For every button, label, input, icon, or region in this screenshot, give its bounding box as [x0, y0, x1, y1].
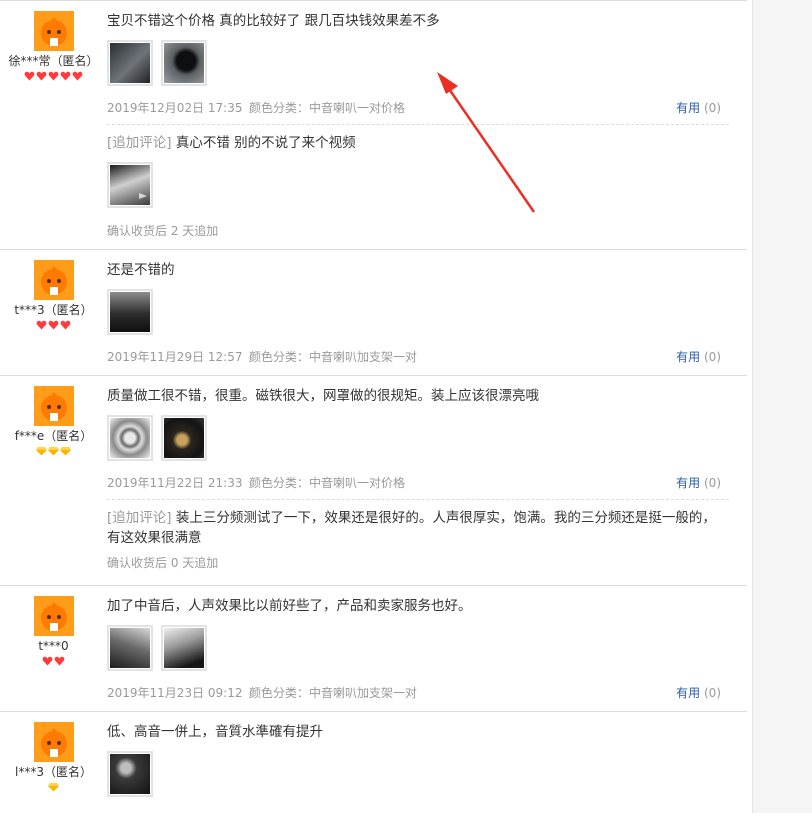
review-photo[interactable] — [107, 625, 153, 671]
review-item: f***e（匿名） 质量做工很不错，很重。磁铁很大，网罩做的很规矩。装上应该很漂… — [0, 375, 747, 585]
append-note: 确认收货后 2 天追加 — [107, 224, 219, 238]
review-date: 2019年11月22日 21:33 — [107, 476, 243, 490]
review-photo[interactable] — [161, 625, 207, 671]
useful-count: (0) — [704, 350, 721, 364]
review-meta: 2019年11月23日 09:12 颜色分类：中音喇叭加支架一对 有用 (0) — [107, 684, 729, 700]
append-comment: [追加评论] 装上三分频测试了一下，效果还是很好的。人声很厚实，饱满。我的三分频… — [107, 508, 729, 548]
username: t***0 — [38, 639, 69, 653]
review-text: 还是不错的 — [107, 262, 175, 278]
review-text: 质量做工很不错，很重。磁铁很大，网罩做的很规矩。装上应该很漂亮哦 — [107, 388, 539, 404]
review-meta: 2019年12月02日 17:35 颜色分类：中音喇叭一对价格 有用 (0) — [107, 99, 729, 115]
review-video[interactable] — [107, 162, 153, 208]
heart-badge-icon — [60, 320, 71, 330]
heart-badge-icon — [60, 71, 71, 81]
append-text: 装上三分频测试了一下，效果还是很好的。人声很厚实，饱满。我的三分频还是挺一般的，… — [107, 510, 716, 546]
review-content: 质量做工很不错，很重。磁铁很大，网罩做的很规矩。装上应该很漂亮哦 2019年11… — [107, 376, 729, 571]
diamond-badge-icon — [36, 447, 47, 456]
review-text: 宝贝不错这个价格 真的比较好了 跟几百块钱效果差不多 — [107, 13, 440, 29]
buyer-level — [0, 782, 107, 794]
review-content: 低、高音一併上，音質水準確有提升 — [107, 712, 729, 797]
heart-badge-icon — [48, 320, 59, 330]
avatar[interactable] — [33, 722, 74, 762]
review-date: 2019年11月23日 09:12 — [107, 686, 243, 700]
review-photo[interactable] — [107, 40, 153, 86]
heart-badge-icon — [54, 656, 65, 666]
useful-button[interactable]: 有用 (0) — [676, 99, 721, 116]
buyer-level — [0, 446, 107, 458]
diamond-badge-icon — [48, 447, 59, 456]
photo-list — [107, 751, 729, 797]
review-list: 徐***常（匿名） 宝贝不错这个价格 真的比较好了 跟几百块钱效果差不多 201… — [0, 0, 747, 822]
user-info: l***3（匿名） — [0, 712, 107, 794]
play-icon — [139, 193, 147, 199]
useful-button[interactable]: 有用 (0) — [676, 348, 721, 365]
sku-info: 颜色分类：中音喇叭加支架一对 — [249, 350, 418, 364]
review-meta: 2019年11月22日 21:33 颜色分类：中音喇叭一对价格 有用 (0) — [107, 474, 729, 490]
heart-badge-icon — [72, 71, 83, 81]
username: f***e（匿名） — [14, 429, 93, 443]
user-info: t***0 — [0, 586, 107, 668]
sku-info: 颜色分类：中音喇叭一对价格 — [249, 101, 406, 115]
username: t***3（匿名） — [14, 303, 93, 317]
photo-list — [107, 415, 729, 461]
review-content: 还是不错的 2019年11月29日 12:57 颜色分类：中音喇叭加支架一对 有… — [107, 250, 729, 364]
photo-list — [107, 40, 729, 86]
user-info: f***e（匿名） — [0, 376, 107, 458]
right-gutter — [752, 0, 812, 813]
useful-label: 有用 — [676, 476, 701, 490]
avatar[interactable] — [33, 386, 74, 426]
photo-list — [107, 625, 729, 671]
useful-button[interactable]: 有用 (0) — [676, 474, 721, 491]
review-text: 低、高音一併上，音質水準確有提升 — [107, 724, 323, 740]
username: 徐***常（匿名） — [8, 54, 99, 68]
append-photo-list — [107, 162, 729, 208]
review-item: 徐***常（匿名） 宝贝不错这个价格 真的比较好了 跟几百块钱效果差不多 201… — [0, 0, 747, 249]
diamond-badge-icon — [48, 783, 59, 792]
append-text: 真心不错 别的不说了来个视频 — [171, 135, 356, 151]
review-photo[interactable] — [107, 415, 153, 461]
useful-label: 有用 — [676, 101, 701, 115]
append-comment: [追加评论] 真心不错 别的不说了来个视频 — [107, 133, 729, 153]
useful-count: (0) — [704, 476, 721, 490]
sku-info: 颜色分类：中音喇叭加支架一对 — [249, 686, 418, 700]
review-photo[interactable] — [107, 289, 153, 335]
heart-badge-icon — [42, 656, 53, 666]
useful-label: 有用 — [676, 350, 701, 364]
review-photo[interactable] — [161, 40, 207, 86]
diamond-badge-icon — [60, 447, 71, 456]
review-content: 加了中音后，人声效果比以前好些了，产品和卖家服务也好。 2019年11月23日 … — [107, 586, 729, 700]
heart-badge-icon — [36, 71, 47, 81]
append-note: 确认收货后 0 天追加 — [107, 556, 219, 570]
user-info: t***3（匿名） — [0, 250, 107, 332]
useful-button[interactable]: 有用 (0) — [676, 684, 721, 701]
review-item: t***0 加了中音后，人声效果比以前好些了，产品和卖家服务也好。 2019年1… — [0, 585, 747, 711]
append-tag: [追加评论] — [107, 510, 172, 526]
useful-label: 有用 — [676, 686, 701, 700]
heart-badge-icon — [36, 320, 47, 330]
review-date: 2019年12月02日 17:35 — [107, 101, 243, 115]
review-item: t***3（匿名） 还是不错的 2019年11月29日 12:57 颜色分类：中… — [0, 249, 747, 375]
append-tag: [追加评论] — [107, 135, 172, 151]
review-item: l***3（匿名） 低、高音一併上，音質水準確有提升 — [0, 711, 747, 822]
user-info: 徐***常（匿名） — [0, 1, 107, 83]
buyer-level — [0, 656, 107, 668]
heart-badge-icon — [48, 71, 59, 81]
avatar[interactable] — [33, 260, 74, 300]
useful-count: (0) — [704, 686, 721, 700]
review-photo[interactable] — [107, 751, 153, 797]
buyer-level — [0, 71, 107, 83]
username: l***3（匿名） — [15, 765, 92, 779]
avatar[interactable] — [33, 596, 74, 636]
photo-list — [107, 289, 729, 335]
review-meta: 2019年11月29日 12:57 颜色分类：中音喇叭加支架一对 有用 (0) — [107, 348, 729, 364]
review-photo[interactable] — [161, 415, 207, 461]
sku-info: 颜色分类：中音喇叭一对价格 — [249, 476, 406, 490]
avatar[interactable] — [33, 11, 74, 51]
review-text: 加了中音后，人声效果比以前好些了，产品和卖家服务也好。 — [107, 598, 472, 614]
buyer-level — [0, 320, 107, 332]
useful-count: (0) — [704, 101, 721, 115]
heart-badge-icon — [24, 71, 35, 81]
review-content: 宝贝不错这个价格 真的比较好了 跟几百块钱效果差不多 2019年12月02日 1… — [107, 1, 729, 239]
review-date: 2019年11月29日 12:57 — [107, 350, 243, 364]
